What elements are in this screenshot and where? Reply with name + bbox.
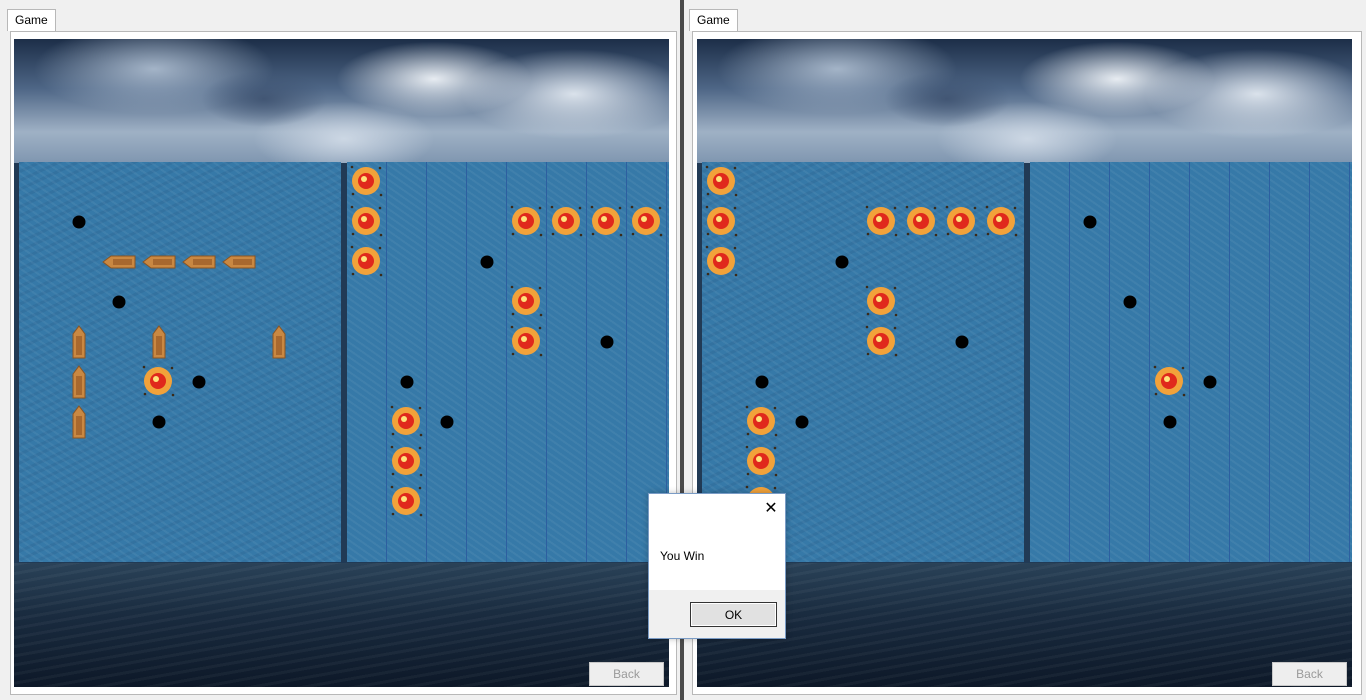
miss-marker [755, 375, 769, 389]
miss-marker [440, 415, 454, 429]
game-window-right: Game Back [684, 0, 1364, 700]
miss-marker [1083, 215, 1097, 229]
game-window-left: Game Back [0, 0, 680, 700]
dialog-footer: OK [649, 590, 785, 638]
miss-marker [835, 255, 849, 269]
dialog-message: You Win [660, 549, 705, 563]
explosion-icon [862, 282, 902, 322]
miss-marker [600, 335, 614, 349]
explosion-icon [942, 202, 982, 242]
explosion-icon [702, 162, 742, 202]
tab-game[interactable]: Game [689, 9, 738, 31]
miss-marker [1123, 295, 1137, 309]
miss-marker [795, 415, 809, 429]
miss-marker [955, 335, 969, 349]
explosion-icon [862, 322, 902, 362]
enemy-board[interactable] [1030, 162, 1352, 562]
ship-icon [221, 244, 261, 284]
explosion-icon [1150, 362, 1190, 402]
ok-button[interactable]: OK [690, 602, 777, 627]
explosion-icon [547, 202, 587, 242]
sea-background [697, 563, 1352, 687]
explosion-icon [387, 482, 427, 522]
ship-icon [141, 244, 181, 284]
explosion-icon [507, 202, 547, 242]
ship-icon [261, 324, 301, 364]
explosion-icon [139, 362, 179, 402]
message-dialog: ✕ You Win OK [648, 493, 786, 639]
explosion-icon [507, 322, 547, 362]
miss-marker [152, 415, 166, 429]
close-icon[interactable]: ✕ [761, 499, 781, 519]
miss-marker [192, 375, 206, 389]
explosion-icon [982, 202, 1022, 242]
ship-icon [141, 324, 181, 364]
explosion-icon [702, 202, 742, 242]
ship-icon [61, 404, 101, 444]
explosion-icon [587, 202, 627, 242]
game-scene [697, 39, 1352, 687]
explosion-icon [347, 202, 387, 242]
explosion-icon [902, 202, 942, 242]
explosion-icon [387, 402, 427, 442]
ship-icon [61, 364, 101, 404]
game-scene [14, 39, 669, 687]
miss-marker [1163, 415, 1177, 429]
sky-background [14, 39, 669, 163]
miss-marker [112, 295, 126, 309]
miss-marker [72, 215, 86, 229]
miss-marker [480, 255, 494, 269]
miss-marker [1203, 375, 1217, 389]
enemy-board[interactable] [347, 162, 669, 562]
ship-icon [101, 244, 141, 284]
tab-game[interactable]: Game [7, 9, 56, 31]
explosion-icon [507, 282, 547, 322]
explosion-icon [627, 202, 667, 242]
explosion-icon [862, 202, 902, 242]
ship-icon [181, 244, 221, 284]
sea-background [14, 563, 669, 687]
explosion-icon [742, 402, 782, 442]
ship-icon [61, 324, 101, 364]
sky-background [697, 39, 1352, 163]
explosion-icon [347, 242, 387, 282]
explosion-icon [702, 242, 742, 282]
back-button[interactable]: Back [589, 662, 664, 686]
miss-marker [400, 375, 414, 389]
player-board[interactable] [19, 162, 341, 562]
explosion-icon [387, 442, 427, 482]
explosion-icon [347, 162, 387, 202]
back-button[interactable]: Back [1272, 662, 1347, 686]
explosion-icon [742, 442, 782, 482]
